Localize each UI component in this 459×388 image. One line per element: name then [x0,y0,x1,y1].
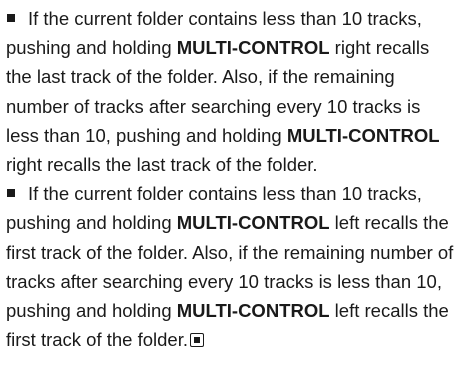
square-bullet-icon [7,189,15,198]
note-paragraph-2: If the current folder contains less than… [6,179,458,354]
paragraph-2-keyword-1: MULTI-CONTROL [176,212,330,234]
document-body: If the current folder contains less than… [6,4,458,354]
paragraph-1-text-3: right recalls the last track of the fold… [6,154,318,176]
note-paragraph-1: If the current folder contains less than… [6,4,458,179]
paragraph-1-keyword-2: MULTI-CONTROL [286,124,440,146]
paragraph-2-keyword-2: MULTI-CONTROL [176,300,330,322]
end-of-section-icon [190,333,204,348]
square-bullet-icon [7,14,15,22]
paragraph-1-keyword-1: MULTI-CONTROL [176,37,330,59]
